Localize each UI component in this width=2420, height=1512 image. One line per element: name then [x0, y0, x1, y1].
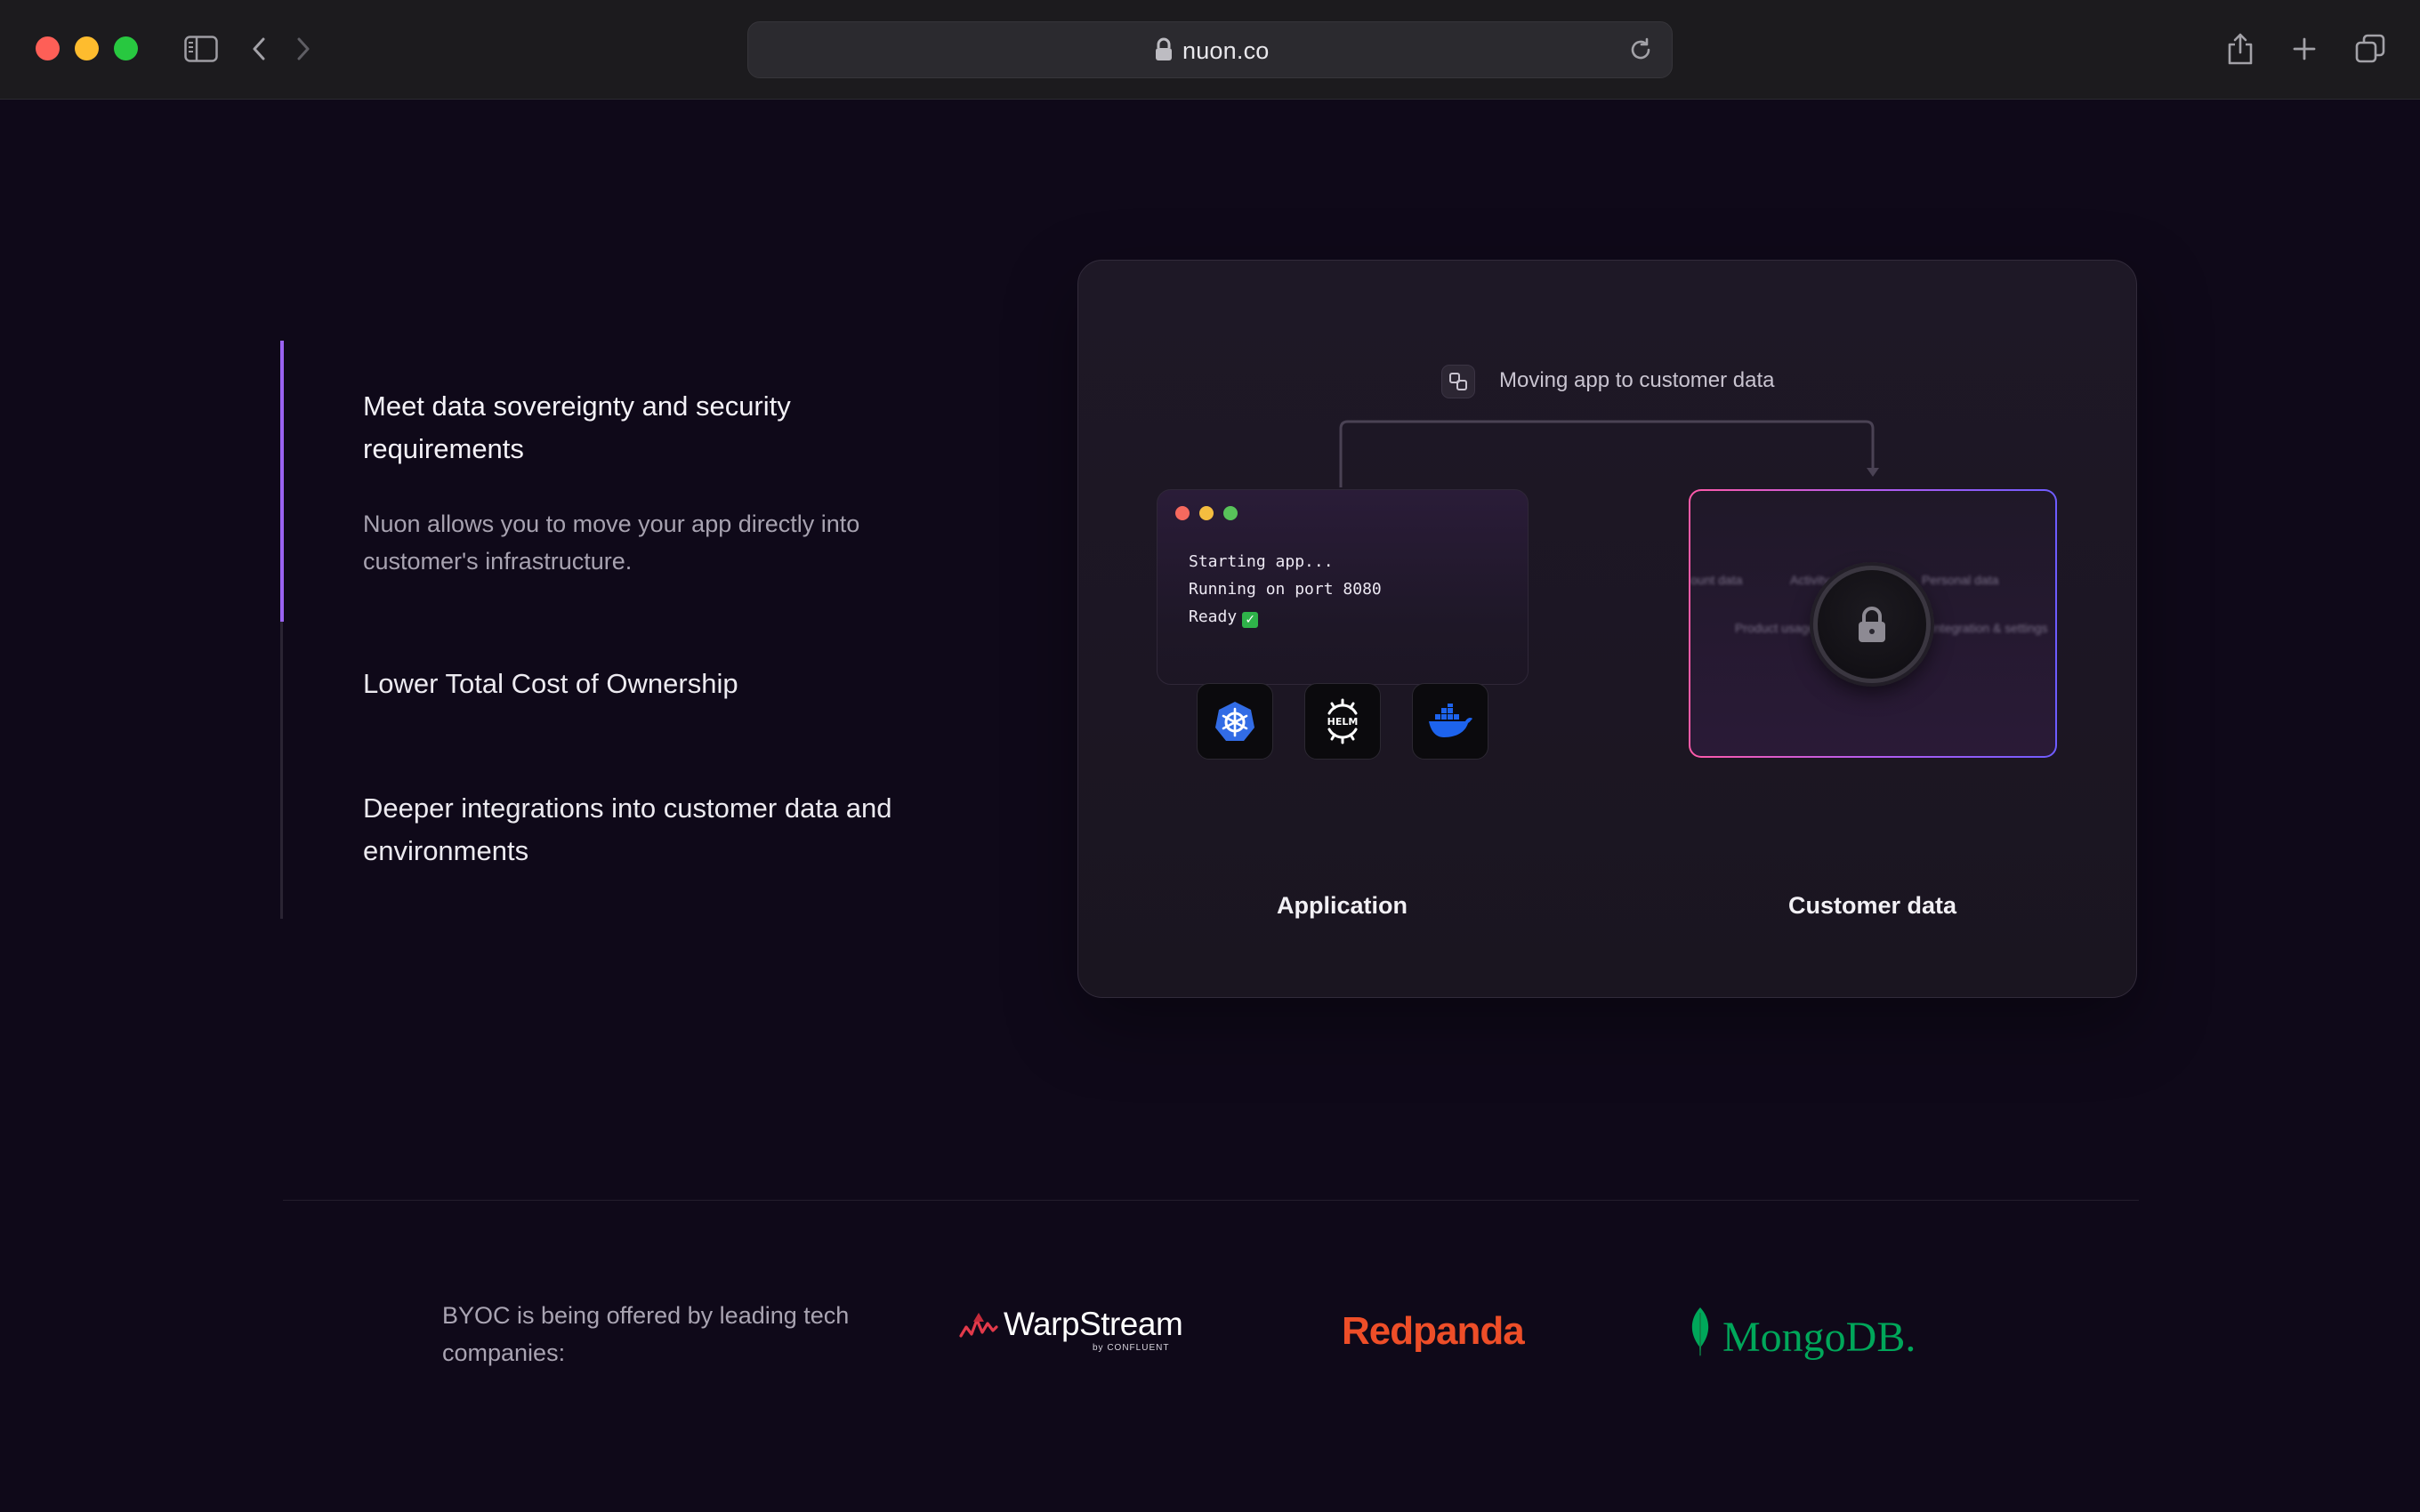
- sidebar-icon: [184, 36, 218, 62]
- app-terminal-window: Starting app... Running on port 8080 Rea…: [1157, 489, 1529, 685]
- close-window-button[interactable]: [36, 36, 60, 60]
- padlock-icon: [1859, 607, 1885, 642]
- warpstream-name: WarpStream: [1004, 1306, 1183, 1342]
- feature-description-data-sovereignty: Nuon allows you to move your app directl…: [363, 511, 860, 575]
- data-tag: Personal data: [1922, 573, 1999, 587]
- flow-label: Moving app to customer data: [1499, 368, 1775, 392]
- url-text: nuon.co: [1182, 37, 1270, 64]
- data-tag: ount data: [1690, 573, 1743, 587]
- feature-title-data-sovereignty[interactable]: Meet data sovereignty and security requi…: [363, 385, 950, 470]
- feature-rail-active-indicator: [280, 341, 284, 622]
- kubernetes-icon: [1215, 702, 1254, 741]
- warpstream-icon: [959, 1313, 998, 1338]
- mongodb-name: MongoDB.: [1722, 1314, 1916, 1361]
- application-label: Application: [1277, 892, 1408, 919]
- terminal-line: Starting app...: [1189, 552, 1334, 571]
- docker-icon: [1429, 704, 1472, 737]
- terminal-ready-text: Ready: [1189, 607, 1238, 626]
- tabs-overview-icon: [2355, 34, 2385, 63]
- docker-tile: [1412, 683, 1488, 760]
- share-button[interactable]: [2224, 30, 2256, 68]
- terminal-close-dot: [1175, 506, 1190, 520]
- minimize-window-button[interactable]: [75, 36, 99, 60]
- checkmark-icon: ✓: [1242, 612, 1259, 628]
- zoom-window-button[interactable]: [114, 36, 138, 60]
- terminal-zoom-dot: [1223, 506, 1238, 520]
- customer-data-label: Customer data: [1788, 892, 1957, 919]
- mongodb-leaf-icon: [1691, 1307, 1709, 1357]
- partners-intro: BYOC is being offered by leading tech co…: [442, 1302, 850, 1366]
- nuon-logo-icon: [1441, 365, 1475, 398]
- reload-icon[interactable]: [1627, 36, 1654, 63]
- terminal-line: Running on port 8080: [1189, 580, 1382, 599]
- back-button[interactable]: [246, 30, 272, 68]
- plus-icon: [2293, 37, 2316, 60]
- terminal-line-ready: Ready ✓: [1189, 607, 1259, 628]
- helm-tile: HELM: [1304, 683, 1381, 760]
- share-icon: [2228, 33, 2253, 65]
- svg-text:HELM: HELM: [1327, 716, 1359, 728]
- warpstream-byline: by CONFLUENT: [1093, 1343, 1170, 1353]
- address-bar[interactable]: nuon.co: [747, 21, 1673, 78]
- chevron-right-icon: [297, 37, 310, 60]
- lock-icon: [1156, 37, 1172, 60]
- new-tab-button[interactable]: [2288, 30, 2320, 68]
- forward-button[interactable]: [290, 30, 317, 68]
- sidebar-toggle-button[interactable]: [183, 30, 219, 68]
- tab-overview-button[interactable]: [2352, 30, 2388, 68]
- feature-title-deeper-integrations[interactable]: Deeper integrations into customer data a…: [363, 787, 950, 873]
- browser-toolbar: nuon.co: [0, 0, 2420, 100]
- data-tag: Product usage: [1735, 621, 1816, 635]
- terminal-minimize-dot: [1199, 506, 1214, 520]
- section-divider: [283, 1200, 2139, 1201]
- kubernetes-tile: [1197, 683, 1273, 760]
- redpanda-logo[interactable]: Redpanda: [1342, 1309, 1525, 1354]
- feature-title-lower-tco[interactable]: Lower Total Cost of Ownership: [363, 663, 950, 705]
- chevron-left-icon: [253, 37, 265, 60]
- lock-badge: [1813, 566, 1931, 683]
- data-tag: Integration & settings: [1931, 621, 2048, 635]
- helm-icon: HELM: [1327, 698, 1359, 744]
